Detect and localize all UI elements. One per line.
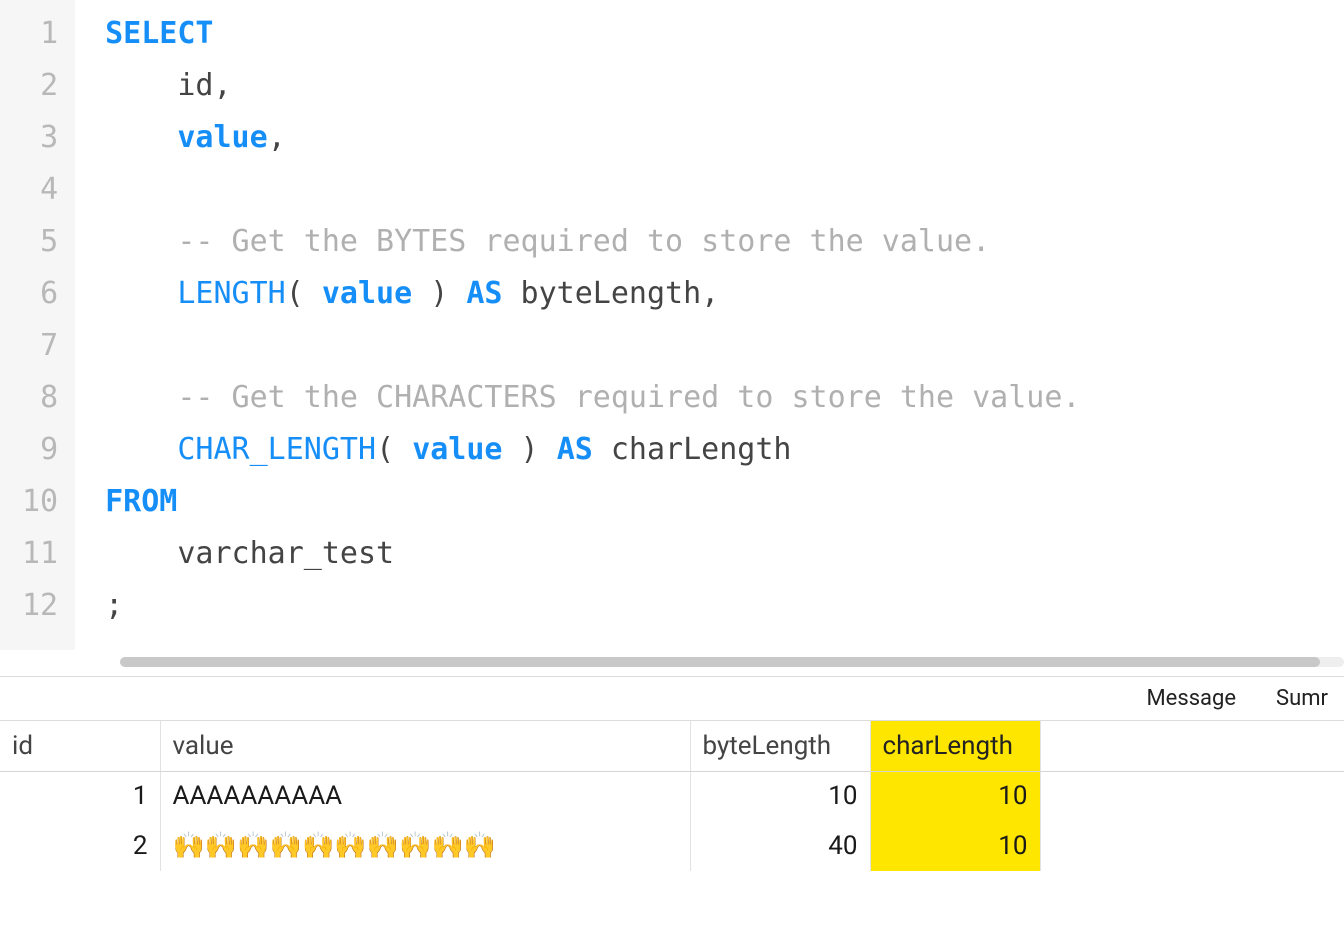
code-line[interactable]: SELECT bbox=[105, 8, 1344, 60]
code-line[interactable]: LENGTH( value ) AS byteLength, bbox=[105, 268, 1344, 320]
line-number: 4 bbox=[22, 164, 58, 216]
tab-message[interactable]: Message bbox=[1140, 686, 1242, 711]
cell-padding bbox=[1040, 821, 1344, 871]
cell-charlength[interactable]: 10 bbox=[870, 821, 1040, 871]
code-content[interactable]: SELECT id, value, -- Get the BYTES requi… bbox=[75, 0, 1344, 650]
code-line[interactable]: -- Get the CHARACTERS required to store … bbox=[105, 372, 1344, 424]
code-line[interactable]: varchar_test bbox=[105, 528, 1344, 580]
table-row[interactable]: 1AAAAAAAAAA1010 bbox=[0, 771, 1344, 821]
line-number: 8 bbox=[22, 372, 58, 424]
line-number: 9 bbox=[22, 424, 58, 476]
code-line[interactable]: -- Get the BYTES required to store the v… bbox=[105, 216, 1344, 268]
scrollbar-thumb[interactable] bbox=[120, 657, 1320, 667]
scrollbar-track bbox=[120, 657, 1344, 667]
column-header-charlength[interactable]: charLength bbox=[870, 721, 1040, 771]
code-line[interactable]: value, bbox=[105, 112, 1344, 164]
column-header-value[interactable]: value bbox=[160, 721, 690, 771]
cell-charlength[interactable]: 10 bbox=[870, 771, 1040, 821]
code-editor[interactable]: 123456789101112 SELECT id, value, -- Get… bbox=[0, 0, 1344, 670]
cell-id[interactable]: 1 bbox=[0, 771, 160, 821]
table-row[interactable]: 2🙌🙌🙌🙌🙌🙌🙌🙌🙌🙌4010 bbox=[0, 821, 1344, 871]
line-number: 3 bbox=[22, 112, 58, 164]
column-header-padding bbox=[1040, 721, 1344, 771]
line-number: 6 bbox=[22, 268, 58, 320]
horizontal-scrollbar[interactable] bbox=[120, 654, 1344, 670]
line-number: 1 bbox=[22, 8, 58, 60]
tab-summary[interactable]: Sumr bbox=[1270, 686, 1334, 711]
results-header-row: id value byteLength charLength bbox=[0, 721, 1344, 771]
code-line[interactable] bbox=[105, 164, 1344, 216]
results-tab-bar: Message Sumr bbox=[0, 677, 1344, 721]
line-number-gutter: 123456789101112 bbox=[0, 0, 75, 650]
code-line[interactable]: CHAR_LENGTH( value ) AS charLength bbox=[105, 424, 1344, 476]
code-line[interactable]: id, bbox=[105, 60, 1344, 112]
cell-bytelength[interactable]: 40 bbox=[690, 821, 870, 871]
cell-id[interactable]: 2 bbox=[0, 821, 160, 871]
line-number: 5 bbox=[22, 216, 58, 268]
cell-value[interactable]: AAAAAAAAAA bbox=[160, 771, 690, 821]
line-number: 12 bbox=[22, 580, 58, 632]
cell-value[interactable]: 🙌🙌🙌🙌🙌🙌🙌🙌🙌🙌 bbox=[160, 821, 690, 871]
sql-editor-app: 123456789101112 SELECT id, value, -- Get… bbox=[0, 0, 1344, 942]
results-table: id value byteLength charLength 1AAAAAAAA… bbox=[0, 721, 1344, 871]
column-header-id[interactable]: id bbox=[0, 721, 160, 771]
cell-padding bbox=[1040, 771, 1344, 821]
line-number: 11 bbox=[22, 528, 58, 580]
code-lines: 123456789101112 SELECT id, value, -- Get… bbox=[0, 0, 1344, 650]
line-number: 10 bbox=[22, 476, 58, 528]
code-line[interactable] bbox=[105, 320, 1344, 372]
column-header-bytelength[interactable]: byteLength bbox=[690, 721, 870, 771]
cell-bytelength[interactable]: 10 bbox=[690, 771, 870, 821]
line-number: 7 bbox=[22, 320, 58, 372]
code-line[interactable]: ; bbox=[105, 580, 1344, 632]
results-pane: id value byteLength charLength 1AAAAAAAA… bbox=[0, 721, 1344, 942]
line-number: 2 bbox=[22, 60, 58, 112]
code-line[interactable]: FROM bbox=[105, 476, 1344, 528]
